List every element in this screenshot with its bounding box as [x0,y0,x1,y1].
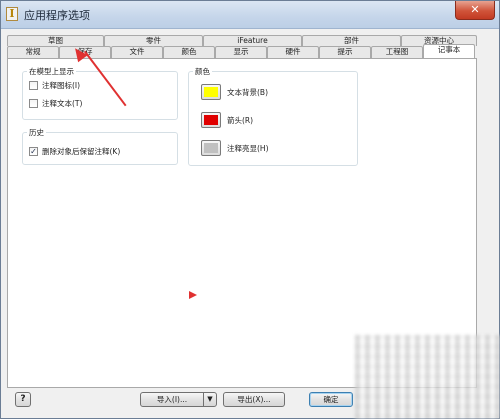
note-text-checkbox[interactable] [29,99,38,108]
keep-notes-checkbox[interactable]: ✓ [29,147,38,156]
tab-drawing[interactable]: 工程图 [371,46,423,58]
tab-general[interactable]: 常规 [7,46,59,58]
keep-notes-label: 删除对象后保留注释(K) [42,147,121,156]
note-icon-checkbox[interactable] [29,81,38,90]
text-background-color-button[interactable] [201,84,221,100]
arrow-color-label: 箭头(R) [227,115,254,125]
tab-ifeature[interactable]: iFeature [203,35,302,46]
tab-row-back: 草图 零件 iFeature 部件 资源中心 [7,35,477,46]
arrow-color-button[interactable] [201,112,221,128]
text-background-color-option: 文本背景(B) [201,84,268,100]
tab-colors[interactable]: 颜色 [163,46,215,58]
tab-file[interactable]: 文件 [111,46,163,58]
note-icon-label: 注释图标(I) [42,81,81,90]
annotation-small-arrow [189,291,197,299]
note-highlight-color-button[interactable] [201,140,221,156]
group-display-on-model: 在模型上显示 注释图标(I) 注释文本(T) [22,66,178,120]
note-icon-option[interactable]: 注释图标(I) [29,80,80,91]
keep-notes-option[interactable]: ✓ 删除对象后保留注释(K) [29,146,120,157]
arrow-color-option: 箭头(R) [201,112,253,128]
tab-assembly[interactable]: 部件 [302,35,401,46]
ok-button[interactable]: 确定 [309,392,353,407]
note-highlight-label: 注释亮显(H) [227,143,269,153]
tab-part[interactable]: 零件 [104,35,203,46]
watermark [355,335,500,419]
tab-hardware[interactable]: 硬件 [267,46,319,58]
tab-notebook[interactable]: 记事本 [423,44,475,58]
group-title-display-on-model: 在模型上显示 [27,66,76,77]
group-title-history: 历史 [27,127,46,138]
note-text-option[interactable]: 注释文本(T) [29,98,82,109]
note-highlight-color-option: 注释亮显(H) [201,140,269,156]
export-button[interactable]: 导出(X)... [223,392,285,407]
tab-display[interactable]: 显示 [215,46,267,58]
text-background-swatch [204,87,218,97]
tab-sketch[interactable]: 草图 [7,35,104,46]
import-button[interactable]: 导入(I)... [140,392,204,407]
close-button[interactable]: ✕ [455,1,495,20]
window-title: 应用程序选项 [24,9,90,22]
note-text-label: 注释文本(T) [42,99,83,108]
note-highlight-swatch [204,143,218,153]
group-color: 颜色 文本背景(B) 箭头(R) 注释亮显(H) [188,66,358,166]
inventor-app-icon: I [6,7,18,21]
arrow-swatch [204,115,218,125]
import-dropdown-button[interactable]: ▼ [203,392,217,407]
help-button[interactable]: ? [15,392,31,407]
text-background-label: 文本背景(B) [227,87,268,97]
tab-prompts[interactable]: 提示 [319,46,371,58]
group-title-color: 颜色 [193,66,212,77]
title-bar: I 应用程序选项 ✕ [1,1,499,29]
group-history: 历史 ✓ 删除对象后保留注释(K) [22,127,178,165]
